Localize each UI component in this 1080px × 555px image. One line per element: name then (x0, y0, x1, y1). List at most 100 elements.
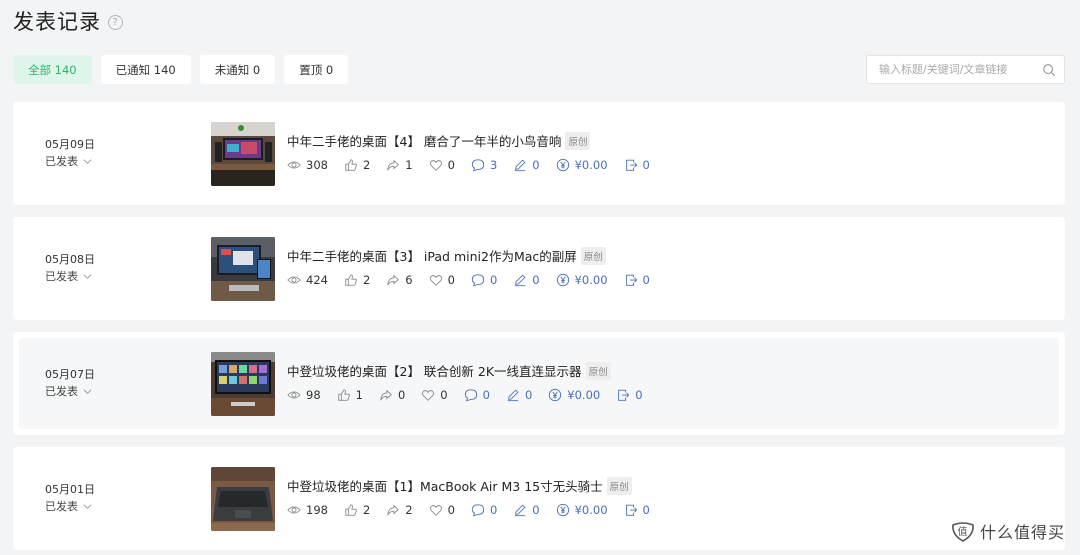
stat-likes: 2 (344, 503, 370, 517)
status-dropdown[interactable]: 已发表 (45, 383, 95, 400)
search-input[interactable] (879, 63, 1042, 76)
stat-favorites: 0 (421, 388, 448, 402)
search-icon[interactable] (1042, 63, 1056, 77)
original-badge: 原创 (585, 361, 611, 380)
stat-favorites: 0 (429, 158, 455, 172)
stat-edit[interactable]: 0 (513, 273, 540, 287)
chevron-down-icon (83, 159, 92, 164)
heart-icon (429, 275, 442, 286)
share-icon (387, 504, 400, 516)
pencil-icon (515, 274, 526, 287)
hover-highlight (19, 338, 1059, 429)
reward-amount: ¥0.00 (574, 273, 608, 287)
eye-icon (287, 506, 301, 514)
heart-icon (429, 505, 442, 516)
yen-icon (549, 388, 562, 402)
thumbs-up-icon (337, 389, 350, 401)
export-count: 0 (642, 503, 650, 517)
favorites-count: 0 (440, 388, 448, 402)
stat-shares: 6 (386, 273, 413, 287)
chevron-down-icon (83, 504, 92, 509)
stat-likes: 1 (337, 388, 363, 402)
page-title-text: 发表记录 (13, 10, 101, 34)
thumbs-up-icon (345, 504, 357, 516)
stat-reward[interactable]: ¥0.00 (556, 503, 608, 517)
stat-reward[interactable]: ¥0.00 (556, 158, 608, 172)
stat-edit[interactable]: 0 (506, 388, 532, 402)
shares-count: 1 (405, 158, 413, 172)
stat-comments[interactable]: 0 (471, 503, 497, 517)
help-icon[interactable]: ? (108, 14, 123, 30)
post-date: 05月07日 (45, 368, 95, 381)
stat-reward[interactable]: ¥0.00 (556, 273, 608, 287)
comments-count: 0 (482, 388, 490, 402)
post-title[interactable]: 中登垃圾佬的桌面【2】 联合创新 2K一线直连显示器 (287, 361, 582, 380)
stat-likes: 2 (344, 273, 370, 287)
pencil-icon (515, 159, 526, 172)
status-dropdown[interactable]: 已发表 (45, 268, 95, 285)
export-icon (625, 274, 637, 286)
original-badge: 原创 (580, 246, 606, 265)
stat-favorites: 0 (429, 503, 455, 517)
tab-notified[interactable]: 已通知 140 (100, 55, 191, 84)
stat-comments[interactable]: 0 (464, 388, 490, 402)
stat-comments[interactable]: 0 (471, 273, 497, 287)
status-label: 已发表 (45, 155, 78, 168)
chevron-down-icon (83, 274, 92, 279)
post-stats: 424 2 6 0 0 0 ¥0.00 0 (287, 273, 666, 287)
favorites-count: 0 (447, 503, 455, 517)
stat-export[interactable]: 0 (624, 503, 650, 517)
eye-icon (287, 276, 301, 284)
stat-likes: 2 (344, 158, 370, 172)
stat-views: 424 (287, 273, 328, 287)
post-title-row: 中年二手佬的桌面【4】 磨合了一年半的小鸟音响 原创 (287, 131, 591, 150)
post-title[interactable]: 中年二手佬的桌面【4】 磨合了一年半的小鸟音响 (287, 131, 561, 150)
export-icon (625, 504, 637, 516)
stat-export[interactable]: 0 (616, 388, 643, 402)
stat-shares: 2 (386, 503, 413, 517)
heart-icon (429, 160, 442, 171)
status-label: 已发表 (45, 385, 78, 398)
comment-icon (464, 389, 477, 402)
stat-shares: 0 (379, 388, 405, 402)
post-title[interactable]: 中年二手佬的桌面【3】 iPad mini2作为Mac的副屏 (287, 246, 577, 265)
eye-icon (287, 391, 301, 399)
tab-not-notified[interactable]: 未通知 0 (199, 55, 276, 84)
pencil-icon (515, 504, 526, 517)
export-count: 0 (635, 388, 643, 402)
post-title-row: 中登垃圾佬的桌面【2】 联合创新 2K一线直连显示器 原创 (287, 361, 611, 380)
post-thumbnail[interactable] (211, 467, 275, 531)
post-thumbnail[interactable] (211, 122, 275, 186)
page-title: 发表记录 ? (13, 6, 123, 36)
reward-amount: ¥0.00 (574, 158, 608, 172)
post-date-column: 05月08日 已发表 (45, 252, 95, 285)
comment-icon (471, 274, 485, 287)
stat-comments[interactable]: 3 (471, 158, 497, 172)
comment-icon (471, 159, 485, 172)
edit-count: 0 (532, 158, 540, 172)
shares-count: 6 (405, 273, 413, 287)
favorites-count: 0 (447, 273, 455, 287)
status-dropdown[interactable]: 已发表 (45, 153, 95, 170)
status-dropdown[interactable]: 已发表 (45, 498, 95, 515)
export-count: 0 (642, 158, 650, 172)
post-title-row: 中年二手佬的桌面【3】 iPad mini2作为Mac的副屏 原创 (287, 246, 606, 265)
filter-tabs: 全部 140 已通知 140 未通知 0 置顶 0 (13, 55, 349, 84)
reward-amount: ¥0.00 (574, 503, 608, 517)
stat-reward[interactable]: ¥0.00 (548, 388, 600, 402)
stat-edit[interactable]: 0 (513, 158, 540, 172)
post-date-column: 05月01日 已发表 (45, 482, 95, 515)
post-title[interactable]: 中登垃圾佬的桌面【1】MacBook Air M3 15寸无头骑士 (287, 476, 603, 495)
svg-text:值: 值 (958, 525, 969, 538)
stat-export[interactable]: 0 (624, 273, 650, 287)
stat-edit[interactable]: 0 (513, 503, 540, 517)
tab-pinned[interactable]: 置顶 0 (284, 55, 349, 84)
post-thumbnail[interactable] (211, 237, 275, 301)
original-badge: 原创 (565, 131, 591, 150)
post-date: 05月08日 (45, 253, 95, 266)
stat-export[interactable]: 0 (624, 158, 650, 172)
yen-icon (556, 503, 569, 517)
post-thumbnail[interactable] (211, 352, 275, 416)
tab-all[interactable]: 全部 140 (13, 55, 92, 84)
pencil-icon (507, 389, 519, 402)
